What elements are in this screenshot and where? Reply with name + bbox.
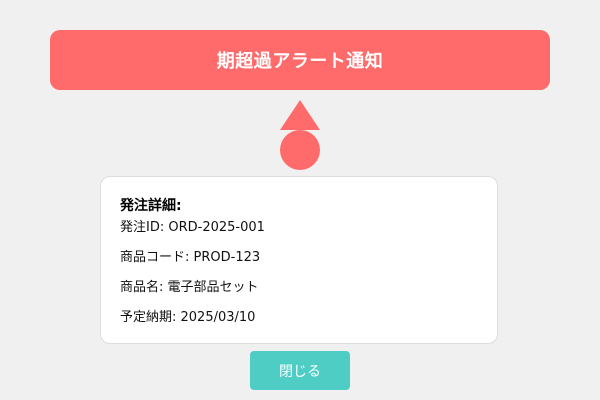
- order-detail-card: 発注詳細: 発注ID: ORD-2025-001 商品コード: PROD-123…: [100, 176, 498, 344]
- alert-banner: 期超過アラート通知: [50, 30, 550, 90]
- warning-marker-icon: [280, 100, 320, 170]
- order-id-row: 発注ID: ORD-2025-001: [120, 220, 265, 235]
- due-date-row: 予定納期: 2025/03/10: [120, 310, 256, 325]
- alert-notification-page: 期超過アラート通知 発注詳細: 発注ID: ORD-2025-001 商品コード…: [0, 0, 600, 400]
- product-code-row: 商品コード: PROD-123: [120, 250, 261, 265]
- order-detail-heading: 発注詳細:: [120, 198, 182, 214]
- alert-title: 期超過アラート通知: [216, 51, 384, 72]
- product-name-row: 商品名: 電子部品セット: [120, 280, 259, 295]
- close-button[interactable]: 閉じる: [250, 351, 350, 390]
